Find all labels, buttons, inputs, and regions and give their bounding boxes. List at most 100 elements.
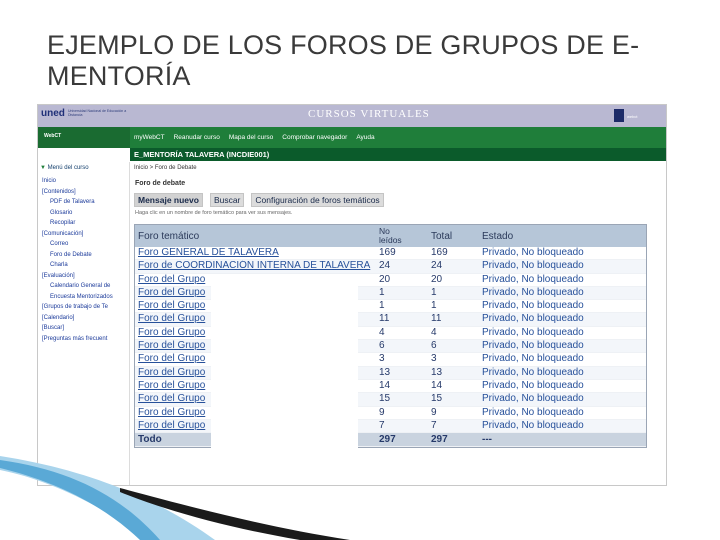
sidebar-header-bar <box>38 148 130 161</box>
forum-state: Privado, No bloqueado <box>479 259 646 274</box>
total-count: 1 <box>428 286 479 301</box>
total-count: 15 <box>428 392 479 407</box>
swoosh-decoration <box>0 456 350 540</box>
forum-topic-link[interactable]: Foro GENERAL DE TALAVERA <box>135 247 376 261</box>
forum-state: Privado, No bloqueado <box>479 352 646 367</box>
total-count: 1 <box>428 299 479 314</box>
new-message-button[interactable]: Mensaje nuevo <box>134 193 203 207</box>
unread-count: 6 <box>376 339 428 354</box>
unread-count: 11 <box>376 312 428 327</box>
unread-count: 20 <box>376 273 428 287</box>
total-count: 11 <box>428 312 479 327</box>
sidebar-item-glosario[interactable]: Glosario <box>42 208 130 219</box>
uned-logo[interactable]: uned <box>41 108 65 119</box>
forum-topic-link[interactable]: Foro de COORDINACIÓN INTERNA DE TALAVERA <box>135 259 376 274</box>
sidebar-item-buscar[interactable]: [Buscar] <box>42 323 130 334</box>
unread-count: 7 <box>376 419 428 434</box>
table-header-row: Foro temático No leídos Total Estado <box>135 225 646 247</box>
sidebar-item-calendario-general[interactable]: Calendario General de <box>42 281 130 292</box>
unread-count: 13 <box>376 366 428 380</box>
forum-state: Privado, No bloqueado <box>479 339 646 354</box>
sidebar-item-inicio[interactable]: Inicio <box>42 176 130 187</box>
sidebar-item-charla[interactable]: Charla <box>42 260 130 271</box>
webct-logo-icon <box>614 109 624 122</box>
sidebar-item-comunicacion[interactable]: [Comunicación] <box>42 229 130 240</box>
total-count: 20 <box>428 273 479 287</box>
table-row: Foro de COORDINACIÓN INTERNA DE TALAVERA… <box>135 259 646 274</box>
course-title: E_MENTORÍA TALAVERA (INCDIE001) <box>134 150 270 159</box>
header-total[interactable]: Total <box>428 225 479 247</box>
slide-title: EJEMPLO DE LOS FOROS DE GRUPOS DE E- MEN… <box>47 30 647 92</box>
section-title: Foro de debate <box>135 180 186 187</box>
banner-title: CURSOS VIRTUALES <box>308 108 430 120</box>
breadcrumb[interactable]: Inicio > Foro de Debate <box>134 165 197 171</box>
unread-count: 1 <box>376 286 428 301</box>
nav-item-help[interactable]: Ayuda <box>356 134 374 141</box>
total-count: 13 <box>428 366 479 380</box>
nav-badge: WebCT <box>44 133 62 139</box>
nav-item-check-browser[interactable]: Comprobar navegador <box>282 134 347 141</box>
sidebar-menu-toggle[interactable]: ▼ Menú del curso <box>40 165 89 171</box>
triangle-down-icon: ▼ <box>40 165 46 171</box>
nav-item-course-map[interactable]: Mapa del curso <box>229 134 273 141</box>
uned-logo-subtitle: Universidad Nacional de Educación a Dist… <box>68 109 127 117</box>
header-topic[interactable]: Foro temático <box>135 225 376 247</box>
configure-forums-button[interactable]: Configuración de foros temáticos <box>251 193 384 207</box>
sidebar-item-faq[interactable]: [Preguntas más frecuent <box>42 334 130 345</box>
slide-title-line2: MENTORÍA <box>47 61 191 91</box>
forum-state: Privado, No bloqueado <box>479 247 646 261</box>
forum-state: Privado, No bloqueado <box>479 299 646 314</box>
top-banner: uned Universidad Nacional de Educación a… <box>38 105 666 127</box>
sidebar-item-recopilar[interactable]: Recopilar <box>42 218 130 229</box>
total-count: 6 <box>428 339 479 354</box>
unread-count: 15 <box>376 392 428 407</box>
unread-count: 24 <box>376 259 428 274</box>
forum-state: Privado, No bloqueado <box>479 273 646 287</box>
forum-hint-text: Haga clic en un nombre de foro temático … <box>135 210 293 216</box>
sidebar-item-contenidos[interactable]: [Contenidos] <box>42 187 130 198</box>
nav-items: myWebCT Reanudar curso Mapa del curso Co… <box>134 134 375 141</box>
total-count: 4 <box>428 326 479 341</box>
total-count: 169 <box>428 247 479 261</box>
total-count: 9 <box>428 406 479 420</box>
forum-state: Privado, No bloqueado <box>479 366 646 380</box>
forum-state: Privado, No bloqueado <box>479 379 646 394</box>
unread-count: 169 <box>376 247 428 261</box>
slide-title-line1: EJEMPLO DE LOS FOROS DE GRUPOS DE E- <box>47 30 640 60</box>
nav-item-resume-course[interactable]: Reanudar curso <box>174 134 220 141</box>
sidebar-item-correo[interactable]: Correo <box>42 239 130 250</box>
unread-count: 14 <box>376 379 428 394</box>
search-button[interactable]: Buscar <box>209 193 245 207</box>
sidebar-item-calendario[interactable]: [Calendario] <box>42 313 130 324</box>
unread-count: 4 <box>376 326 428 341</box>
total-count: 14 <box>428 379 479 394</box>
forum-state: Privado, No bloqueado <box>479 312 646 327</box>
forum-state: Privado, No bloqueado <box>479 326 646 341</box>
forum-state: Privado, No bloqueado <box>479 419 646 434</box>
nav-item-mywebct[interactable]: myWebCT <box>134 134 165 141</box>
sidebar-item-pdf[interactable]: PDF de Talavera <box>42 197 130 208</box>
sidebar-list: Inicio [Contenidos] PDF de Talavera Glos… <box>42 176 130 344</box>
total-count: 24 <box>428 259 479 274</box>
sidebar-menu-label: Menú del curso <box>47 165 89 171</box>
sidebar-item-encuesta[interactable]: Encuesta Mentorizados <box>42 292 130 303</box>
total-count: 3 <box>428 352 479 367</box>
unread-count: 3 <box>376 352 428 367</box>
forum-state: Privado, No bloqueado <box>479 406 646 420</box>
toolbar: Mensaje nuevo Buscar Configuración de fo… <box>134 193 384 207</box>
header-state[interactable]: Estado <box>479 225 646 247</box>
forum-state: Privado, No bloqueado <box>479 392 646 407</box>
unread-count: 9 <box>376 406 428 420</box>
total-count: 7 <box>428 419 479 434</box>
header-unread[interactable]: No leídos <box>376 225 428 247</box>
webct-screenshot: uned Universidad Nacional de Educación a… <box>37 104 667 486</box>
redacted-area <box>211 274 358 454</box>
forum-state: Privado, No bloqueado <box>479 286 646 301</box>
unread-count: 1 <box>376 299 428 314</box>
sidebar-item-evaluacion[interactable]: [Evaluación] <box>42 271 130 282</box>
header-unread-line2: leídos <box>379 235 402 245</box>
sidebar-item-grupos-trabajo[interactable]: [Grupos de trabajo de Te <box>42 302 130 313</box>
webct-logo-text: webct <box>627 114 638 119</box>
sidebar-item-foro-debate[interactable]: Foro de Debate <box>42 250 130 261</box>
table-row: Foro GENERAL DE TALAVERA 169 169 Privado, N… <box>135 247 646 261</box>
